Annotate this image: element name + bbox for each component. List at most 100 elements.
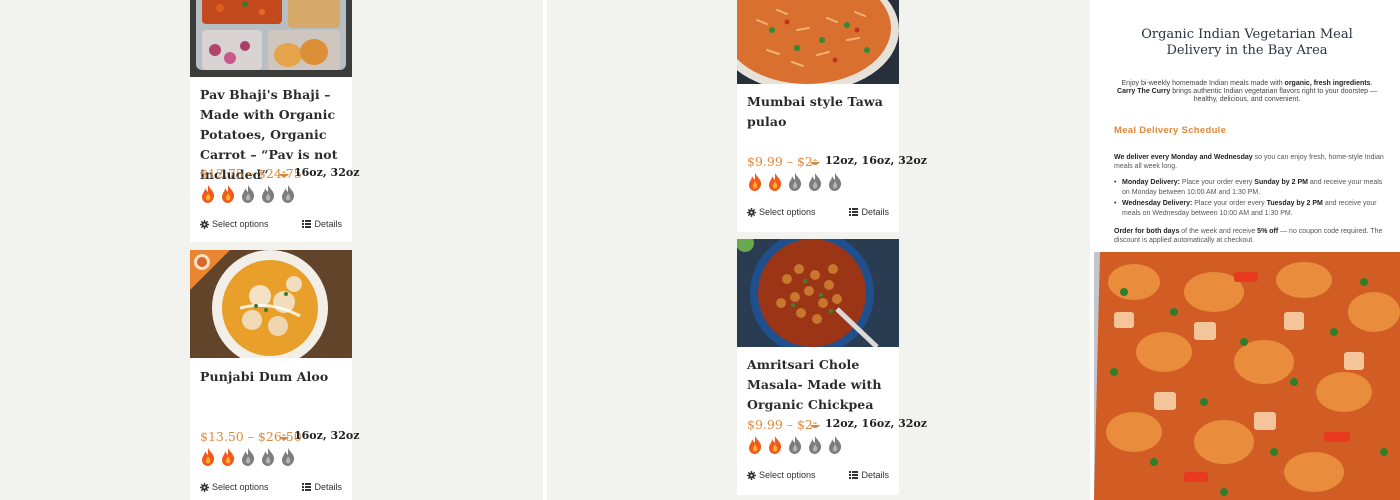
spice-level — [200, 184, 296, 206]
monday-deadline: Sunday by 2 PM — [1254, 179, 1308, 186]
details-link[interactable]: Details — [849, 207, 889, 217]
delivery-list: Monday Delivery: Place your order every … — [1114, 178, 1384, 220]
flame-icon-active — [749, 436, 762, 454]
intro-period: . — [1370, 80, 1373, 87]
spice-level — [747, 172, 843, 194]
price-row: $13.50 – $26.50 16oz, 32oz — [200, 428, 359, 446]
product-title[interactable]: Punjabi Dum Aloo — [200, 367, 346, 387]
details-link[interactable]: Details — [849, 470, 889, 480]
select-options-button[interactable]: Select options — [200, 482, 269, 492]
flame-icon-inactive — [829, 173, 842, 191]
flame-icon-inactive — [262, 185, 275, 203]
list-item: Wednesday Delivery: Place your order eve… — [1114, 199, 1384, 219]
flame-icon-active — [202, 185, 215, 203]
product-card[interactable]: Amritsari Chole Masala- Made with Organi… — [737, 239, 927, 495]
product-image[interactable] — [190, 0, 352, 77]
flame-icon-inactive — [789, 173, 802, 191]
discount-note: Order for both days of the week and rece… — [1114, 227, 1384, 245]
intro-text: Enjoy bi-weekly homemade Indian meals ma… — [1121, 80, 1285, 87]
product-card[interactable]: Pav Bhaji's Bhaji – Made with Organic Po… — [190, 0, 359, 242]
gear-icon — [747, 207, 756, 217]
card-actions: Select options Details — [200, 219, 342, 233]
list-item: Monday Delivery: Place your order every … — [1114, 178, 1384, 198]
gear-icon — [200, 219, 209, 229]
details-label: Details — [314, 482, 342, 492]
card-actions: Select options Details — [747, 207, 889, 221]
flame-icon-inactive — [262, 448, 275, 466]
product-card[interactable]: Punjabi Dum Aloo $13.50 – $26.50 16oz, 3… — [190, 250, 359, 500]
flame-icon-inactive — [789, 436, 802, 454]
select-options-label: Select options — [759, 470, 816, 480]
info-title: Organic Indian Vegetarian Meal Delivery … — [1141, 27, 1353, 58]
product-title[interactable]: Amritsari Chole Masala- Made with Organi… — [747, 355, 893, 415]
product-title[interactable]: Mumbai style Tawa pulao — [747, 92, 893, 132]
product-image[interactable] — [737, 239, 899, 347]
list-icon — [849, 208, 859, 216]
bowl-icon — [279, 171, 289, 177]
price-row: $9.99 – $2 12oz, 16oz, 32oz — [747, 416, 927, 434]
wednesday-deadline: Tuesday by 2 PM — [1266, 200, 1323, 207]
spice-level — [747, 435, 843, 457]
bowl-icon — [810, 159, 820, 165]
wednesday-text: Place your order every — [1192, 200, 1267, 207]
details-label: Details — [861, 207, 889, 217]
select-options-button[interactable]: Select options — [747, 207, 816, 217]
select-options-label: Select options — [212, 482, 269, 492]
wednesday-label: Wednesday Delivery: — [1122, 200, 1193, 207]
flame-icon-active — [749, 173, 762, 191]
product-sizes: 12oz, 16oz, 32oz — [825, 417, 927, 430]
product-price: $9.99 – $2 — [747, 417, 813, 432]
price-row: $12.75 – $24.75 16oz, 32oz — [200, 165, 359, 183]
schedule-heading: Meal Delivery Schedule — [1114, 125, 1227, 136]
product-price: $9.99 – $2 — [747, 154, 813, 169]
flame-icon-inactive — [282, 185, 295, 203]
details-label: Details — [861, 470, 889, 480]
schedule-intro: We deliver every Monday and Wednesday so… — [1114, 153, 1384, 171]
card-actions: Select options Details — [747, 470, 889, 484]
intro-text-2: brings authentic Indian vegetarian flavo… — [1170, 88, 1377, 103]
details-link[interactable]: Details — [302, 219, 342, 229]
gear-icon — [747, 470, 756, 480]
intro-highlight: organic, fresh ingredients — [1284, 80, 1371, 87]
select-options-button[interactable]: Select options — [747, 470, 816, 480]
flame-icon-inactive — [242, 185, 255, 203]
product-image[interactable] — [737, 0, 899, 84]
flame-icon-inactive — [829, 436, 842, 454]
card-actions: Select options Details — [200, 482, 342, 496]
monday-text: Place your order every — [1179, 179, 1255, 186]
bowl-icon — [810, 422, 820, 428]
list-icon — [302, 483, 312, 491]
flame-icon-inactive — [242, 448, 255, 466]
product-sizes: 12oz, 16oz, 32oz — [825, 154, 927, 167]
product-sizes: 16oz, 32oz — [294, 166, 360, 179]
flame-icon-active — [222, 185, 235, 203]
select-options-label: Select options — [212, 219, 269, 229]
monday-label: Monday Delivery: — [1122, 179, 1180, 186]
spice-level — [200, 447, 296, 469]
product-sizes: 16oz, 32oz — [294, 429, 360, 442]
price-row: $9.99 – $2 12oz, 16oz, 32oz — [747, 153, 927, 171]
info-intro: Enjoy bi-weekly homemade Indian meals ma… — [1116, 80, 1378, 104]
flame-icon-inactive — [282, 448, 295, 466]
delivery-info-panel: Organic Indian Vegetarian Meal Delivery … — [1094, 0, 1400, 246]
bowl-icon — [279, 434, 289, 440]
list-icon — [849, 471, 859, 479]
flame-icon-active — [769, 173, 782, 191]
discount-lead: Order for both days — [1114, 228, 1180, 235]
product-image[interactable] — [190, 250, 352, 358]
gear-icon — [200, 482, 209, 492]
details-link[interactable]: Details — [302, 482, 342, 492]
flame-icon-active — [769, 436, 782, 454]
hero-food-image — [1094, 252, 1400, 500]
product-card[interactable]: Mumbai style Tawa pulao $9.99 – $2 12oz,… — [737, 0, 927, 232]
select-options-button[interactable]: Select options — [200, 219, 269, 229]
flame-icon-active — [202, 448, 215, 466]
flame-icon-inactive — [809, 173, 822, 191]
select-options-label: Select options — [759, 207, 816, 217]
discount-text: of the week and receive — [1179, 228, 1258, 235]
brand-name: Carry The Curry — [1117, 88, 1171, 95]
delivery-days: We deliver every Monday and Wednesday — [1114, 154, 1253, 161]
flame-icon-active — [222, 448, 235, 466]
discount-value: 5% off — [1257, 228, 1279, 235]
flame-icon-inactive — [809, 436, 822, 454]
